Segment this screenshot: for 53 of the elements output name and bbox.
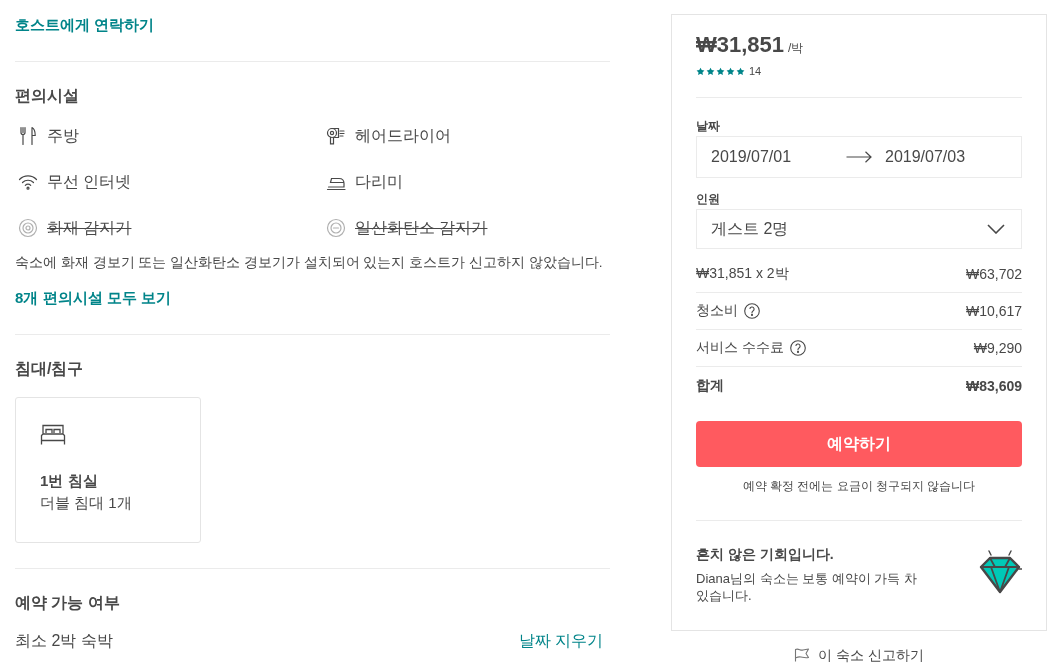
utensils-icon: [18, 126, 38, 146]
amenity-label: 무선 인터넷: [47, 172, 132, 192]
no-charge-note: 예약 확정 전에는 요금이 청구되지 않습니다: [742, 478, 976, 494]
wifi-icon: [18, 172, 38, 192]
rare-find-title: 흔치 않은 기회입니다.: [696, 545, 834, 564]
star-icon: [736, 66, 745, 76]
bed-icon: [40, 422, 66, 446]
arrow-right-icon: [846, 151, 872, 163]
price-item-amount: ₩10,617: [965, 303, 1022, 319]
star-icon: [706, 66, 715, 76]
amenity-label: 다리미: [355, 172, 403, 192]
hair-dryer-icon: [326, 126, 346, 146]
price-item-label: 서비스 수수료: [696, 339, 784, 357]
per-night-label: /박: [788, 40, 804, 57]
bed-count: 더블 침대 1개: [40, 493, 132, 513]
detector-icon: [326, 218, 346, 238]
bedroom-name: 1번 침실: [40, 471, 98, 491]
price-item-amount: ₩63,702: [965, 266, 1022, 282]
report-listing-link[interactable]: 이 숙소 신고하기: [794, 645, 924, 665]
check-out-date[interactable]: 2019/07/03: [885, 148, 966, 166]
dates-label: 날짜: [696, 118, 720, 134]
price-item-label: 청소비: [696, 302, 738, 320]
check-in-date[interactable]: 2019/07/01: [711, 148, 792, 165]
show-all-amenities-link[interactable]: 8개 편의시설 모두 보기: [15, 288, 171, 308]
price-item-label: 합계: [696, 376, 724, 395]
smoke-detector-icon: [18, 218, 38, 238]
help-icon[interactable]: [744, 303, 760, 319]
minimum-stay-text: 최소 2박 숙박: [15, 631, 113, 651]
star-icon: [726, 66, 735, 76]
star-icon: [716, 66, 725, 76]
flag-icon: [794, 648, 811, 662]
guest-select[interactable]: 게스트 2명: [696, 209, 1022, 249]
section-heading: 예약 가능 여부: [15, 593, 120, 613]
amenity-label: 헤어드라이어: [355, 126, 451, 146]
amenity-note: 숙소에 화재 경보기 또는 일산화탄소 경보기가 설치되어 있는지 호스트가 신고하지 않았습니다.: [15, 254, 603, 272]
star-icon: [696, 66, 705, 76]
rare-find-text: Diana님의 숙소는 보통 예약이 가득 차 있습니다.: [696, 570, 919, 604]
section-heading: 편의시설: [15, 86, 79, 106]
chevron-down-icon: [987, 224, 1005, 234]
section-heading: 침대/침구: [15, 359, 84, 379]
clear-dates-link[interactable]: 날짜 지우기: [518, 631, 603, 651]
diamond-icon: [978, 550, 1022, 596]
price-item-amount: ₩9,290: [973, 340, 1022, 356]
amenity-label: 화재 감지기: [47, 218, 132, 238]
amenity-label: 주방: [47, 126, 79, 146]
amenity-label: 일산화탄소 감지기: [355, 218, 488, 238]
review-count: 14: [749, 64, 762, 78]
price-item-label: ₩31,851 x 2박: [696, 265, 789, 283]
contact-host-link[interactable]: 호스트에게 연락하기: [15, 16, 155, 33]
price-item-amount: ₩83,609: [965, 377, 1022, 394]
nightly-price: ₩31,851: [696, 31, 785, 59]
help-icon[interactable]: [789, 340, 806, 356]
guests-label: 인원: [696, 191, 720, 207]
